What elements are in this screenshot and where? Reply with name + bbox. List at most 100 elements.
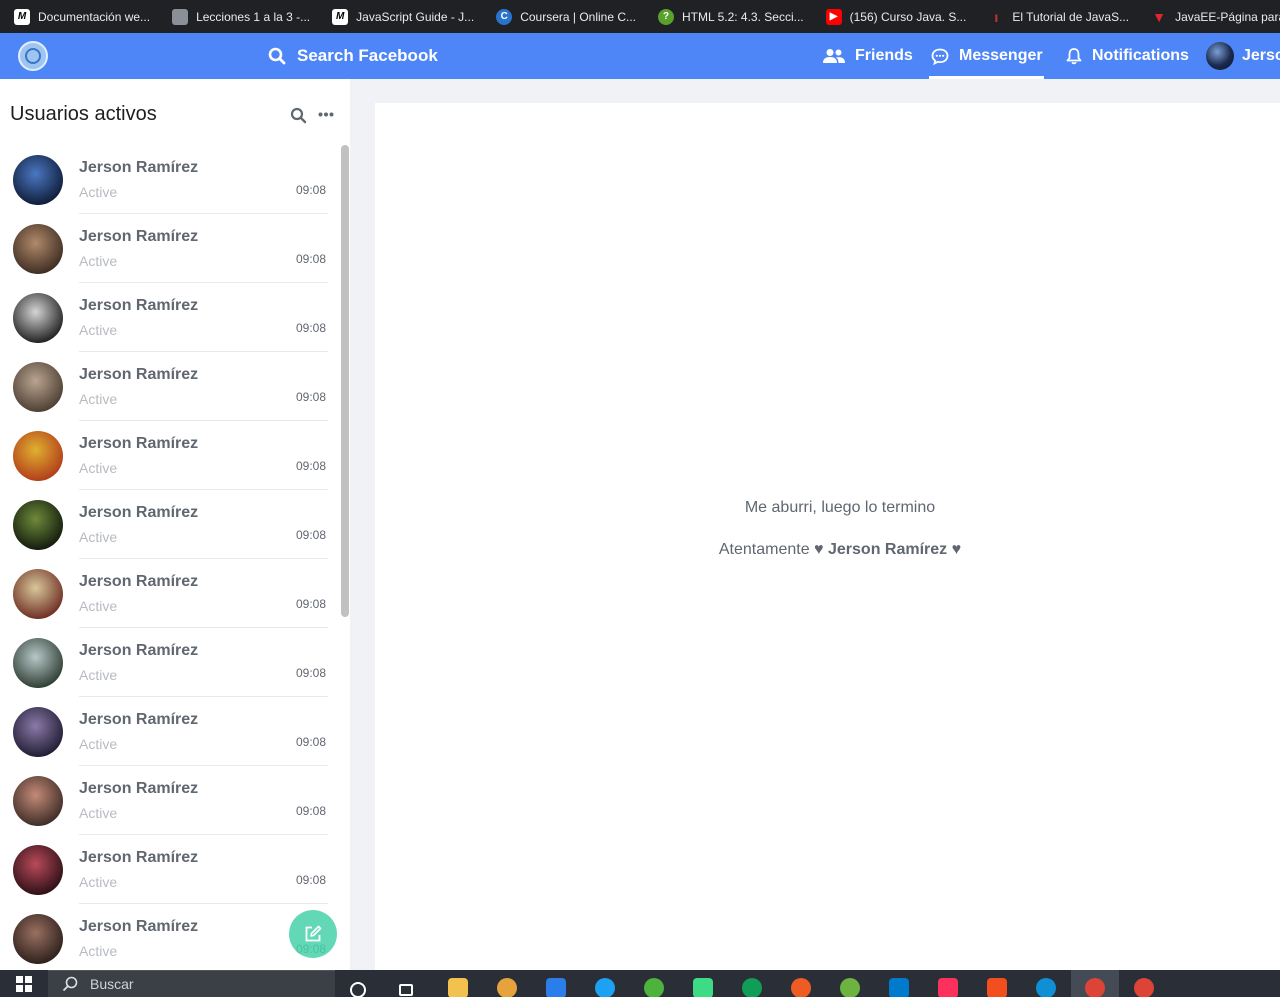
nav-friends[interactable]: Friends: [823, 33, 913, 79]
message-time: 09:08: [295, 390, 326, 404]
start-button[interactable]: [0, 970, 48, 997]
avatar: [13, 569, 63, 619]
mdn-icon: M: [332, 8, 349, 25]
task-view-icon[interactable]: [399, 984, 413, 996]
user-status: Active: [79, 943, 118, 959]
nav-messenger[interactable]: Messenger: [931, 33, 1043, 79]
youtube-icon: ▶: [825, 8, 842, 25]
twitter-icon[interactable]: [595, 978, 615, 997]
chrome-icon[interactable]: [1134, 978, 1154, 997]
message-time: 09:08: [295, 873, 326, 887]
nav-profile[interactable]: Jerso: [1206, 33, 1280, 79]
bookmark-item[interactable]: Lecciones 1 a la 3 -...: [158, 0, 318, 33]
avatar: [13, 845, 63, 895]
bookmark-label: El Tutorial de JavaS...: [1012, 9, 1130, 24]
edge-icon[interactable]: [1036, 978, 1056, 997]
user-status: Active: [79, 598, 118, 614]
user-name: Jerson Ramírez: [79, 366, 199, 383]
main-panel: Me aburri, luego lo termino Atentamente …: [375, 103, 1280, 970]
taskbar-search-placeholder: Buscar: [90, 976, 134, 992]
user-name: Jerson Ramírez: [79, 642, 199, 659]
portrait-icon: [172, 8, 189, 25]
mongodb-icon[interactable]: [644, 978, 664, 997]
intellij-icon[interactable]: [938, 978, 958, 997]
bookmark-item[interactable]: M Documentación we...: [0, 0, 158, 33]
search-icon[interactable]: [290, 107, 307, 124]
postman-icon[interactable]: [791, 978, 811, 997]
cortana-icon[interactable]: [350, 982, 366, 997]
bookmark-item[interactable]: C Coursera | Online C...: [482, 0, 644, 33]
windows-logo-icon: [16, 975, 32, 992]
tutorial-icon: ı: [994, 8, 999, 25]
avatar: [13, 155, 63, 205]
user-name: Jerson Ramírez: [79, 159, 199, 176]
user-status: Active: [79, 805, 118, 821]
windows-taskbar: Buscar: [0, 970, 1280, 997]
list-item[interactable]: Jerson Ramírez Active 09:08: [0, 766, 340, 835]
sidebar-scrollbar[interactable]: [341, 145, 349, 617]
search-facebook[interactable]: Search Facebook: [268, 33, 438, 79]
android-icon[interactable]: [693, 978, 713, 997]
app-logo[interactable]: [18, 41, 48, 71]
avatar: [13, 293, 63, 343]
bookmark-label: Documentación we...: [38, 9, 151, 24]
main-signature: Atentamente ♥ Jerson Ramírez ♥: [375, 541, 1280, 559]
signature-prefix: Atentamente ♥: [718, 541, 828, 558]
profile-avatar: [1206, 42, 1234, 70]
list-item[interactable]: Jerson Ramírez Active 09:08: [0, 352, 340, 421]
top-navbar: Search Facebook Friends Messenger Notifi…: [0, 33, 1280, 79]
app-orange-icon[interactable]: [497, 978, 517, 997]
file-explorer-icon[interactable]: [448, 978, 468, 997]
logo-mark: [25, 48, 41, 64]
user-status: Active: [79, 529, 118, 545]
sidebar-title: Usuarios activos: [10, 103, 157, 125]
avatar: [13, 224, 63, 274]
figma-icon[interactable]: [987, 978, 1007, 997]
avatar: [13, 914, 63, 964]
bookmark-label: JavaScript Guide - J...: [356, 9, 475, 24]
user-name: Jerson Ramírez: [79, 504, 199, 521]
list-item[interactable]: Jerson Ramírez Active 09:08: [0, 283, 340, 352]
bookmark-item[interactable]: ı El Tutorial de JavaS...: [974, 0, 1137, 33]
mail-icon[interactable]: [546, 978, 566, 997]
bookmark-item[interactable]: ▶ (156) Curso Java. S...: [812, 0, 975, 33]
vscode-icon[interactable]: [889, 978, 909, 997]
bookmark-label: HTML 5.2: 4.3. Secci...: [682, 9, 804, 24]
spring-icon[interactable]: [840, 978, 860, 997]
bookmark-item[interactable]: ▼ JavaEE-Página para...: [1137, 0, 1280, 33]
message-time: 09:08: [295, 528, 326, 542]
nav-notifications[interactable]: Notifications: [1066, 33, 1189, 79]
list-item[interactable]: Jerson Ramírez Active 09:08: [0, 559, 340, 628]
search-icon: [62, 976, 78, 992]
list-item[interactable]: Jerson Ramírez Active 09:08: [0, 697, 340, 766]
user-name: Jerson Ramírez: [79, 297, 199, 314]
bookmark-label: Coursera | Online C...: [520, 9, 637, 24]
friends-label: Friends: [855, 47, 913, 64]
avatar: [13, 431, 63, 481]
profile-name: Jerso: [1242, 47, 1280, 64]
user-name: Jerson Ramírez: [79, 711, 199, 728]
signature-name: Jerson Ramírez ♥: [828, 541, 962, 558]
user-name: Jerson Ramírez: [79, 780, 199, 797]
notifications-label: Notifications: [1092, 47, 1189, 64]
user-name: Jerson Ramírez: [79, 435, 199, 452]
new-message-button[interactable]: [289, 910, 337, 958]
chrome-icon[interactable]: [1085, 978, 1105, 997]
avatar: [13, 707, 63, 757]
avatar: [13, 362, 63, 412]
bookmark-item[interactable]: M JavaScript Guide - J...: [318, 0, 482, 33]
taskbar-search[interactable]: Buscar: [48, 970, 335, 997]
user-status: Active: [79, 184, 118, 200]
bookmark-item[interactable]: ? HTML 5.2: 4.3. Secci...: [644, 0, 812, 33]
more-options-icon[interactable]: [318, 112, 334, 117]
hangouts-icon[interactable]: [742, 978, 762, 997]
list-item[interactable]: Jerson Ramírez Active 09:08: [0, 490, 340, 559]
message-time: 09:08: [295, 321, 326, 335]
list-item[interactable]: Jerson Ramírez Active 09:08: [0, 214, 340, 283]
list-item[interactable]: Jerson Ramírez Active 09:08: [0, 835, 340, 904]
message-time: 09:08: [295, 252, 326, 266]
list-item[interactable]: Jerson Ramírez Active 09:08: [0, 421, 340, 490]
list-item[interactable]: Jerson Ramírez Active 09:08: [0, 145, 340, 214]
list-item[interactable]: Jerson Ramírez Active 09:08: [0, 628, 340, 697]
user-status: Active: [79, 322, 118, 338]
